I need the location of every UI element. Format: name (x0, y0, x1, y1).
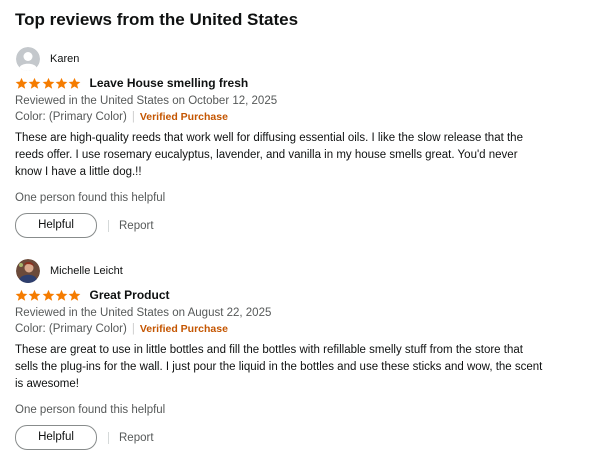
helpful-count: One person found this helpful (15, 192, 166, 204)
review-body: These are great to use in little bottles… (15, 344, 543, 390)
star-icon (42, 77, 54, 89)
star-icon (28, 77, 41, 89)
divider (108, 431, 109, 444)
star-rating[interactable] (15, 289, 81, 302)
star-icon (68, 289, 81, 301)
helpful-count: One person found this helpful (15, 404, 166, 416)
review-body: These are high-quality reeds that work w… (15, 132, 523, 178)
review-date: Reviewed in the United States on August … (15, 307, 272, 319)
review-card: Karen Leave House smelling fresh Reviewe… (15, 47, 574, 238)
report-link[interactable]: Report (119, 220, 154, 232)
verified-purchase-badge: Verified Purchase (139, 323, 228, 335)
section-title: Top reviews from the United States (15, 10, 299, 29)
review-date: Reviewed in the United States on October… (15, 95, 278, 107)
star-icon (55, 77, 68, 89)
user-avatar (16, 259, 40, 283)
star-icon (15, 289, 28, 301)
review-card: Michelle Leicht Great Product Reviewed i… (15, 259, 574, 450)
helpful-button[interactable]: Helpful (15, 213, 97, 238)
star-icon (68, 77, 81, 89)
report-link[interactable]: Report (119, 432, 154, 444)
default-avatar-icon (16, 47, 40, 71)
color-variant[interactable]: Color: (Primary Color) (15, 111, 127, 123)
verified-purchase-badge: Verified Purchase (139, 111, 228, 123)
reviewer-profile[interactable]: Karen (15, 47, 574, 71)
review-format: Color: (Primary Color) | Verified Purchase (15, 321, 574, 337)
color-variant[interactable]: Color: (Primary Color) (15, 323, 127, 335)
divider (108, 219, 109, 232)
review-title[interactable]: Great Product (89, 288, 169, 302)
reviewer-name[interactable]: Michelle Leicht (50, 265, 123, 277)
star-rating[interactable] (15, 77, 81, 90)
review-title[interactable]: Leave House smelling fresh (89, 76, 248, 90)
divider: | (131, 111, 135, 123)
divider: | (131, 323, 135, 335)
helpful-button[interactable]: Helpful (15, 425, 97, 450)
star-icon (42, 289, 54, 301)
star-icon (28, 289, 41, 301)
review-format: Color: (Primary Color) | Verified Purchase (15, 109, 574, 125)
star-icon (55, 289, 68, 301)
reviewer-profile[interactable]: Michelle Leicht (15, 259, 574, 283)
star-icon (15, 77, 28, 89)
reviewer-name[interactable]: Karen (50, 53, 79, 65)
